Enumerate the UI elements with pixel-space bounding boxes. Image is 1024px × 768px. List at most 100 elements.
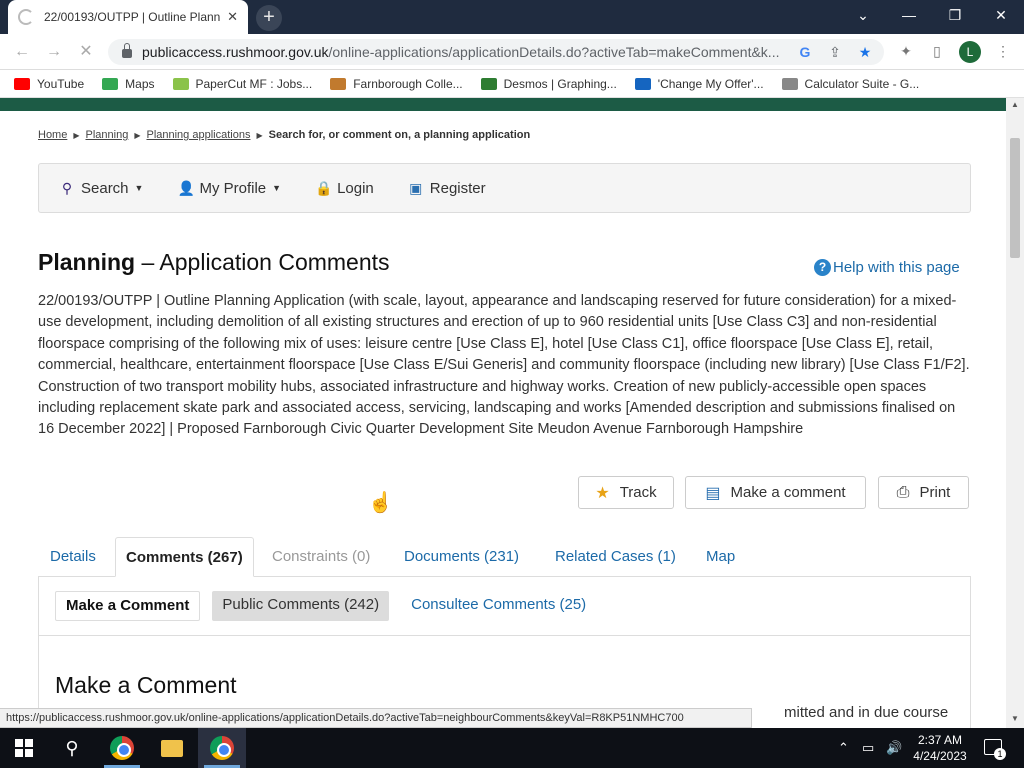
bookmark-label: Desmos | Graphing... — [503, 76, 617, 91]
stop-icon[interactable]: ✕ — [74, 40, 98, 64]
bookmark-favicon-icon — [634, 77, 651, 90]
nav-search-label: Search — [81, 179, 129, 197]
minimize-button[interactable]: — — [886, 0, 932, 30]
nav-search[interactable]: ⚲ Search ▼ — [59, 179, 144, 197]
bookmark-favicon-icon — [330, 77, 347, 90]
subtab-make-comment[interactable]: Make a Comment — [55, 591, 201, 621]
tab-documents[interactable]: Documents (231) — [404, 537, 519, 577]
track-button[interactable]: ★ Track — [578, 476, 674, 509]
scroll-thumb[interactable] — [1010, 138, 1020, 258]
google-lens-icon[interactable]: G — [796, 43, 814, 61]
nav-register-label: Register — [429, 179, 486, 197]
restore-button[interactable]: ❐ — [932, 0, 978, 30]
folder-icon — [161, 739, 183, 757]
caret-down-icon: ▼ — [272, 183, 282, 193]
notification-count: 1 — [994, 748, 1006, 760]
breadcrumb-home[interactable]: Home — [38, 129, 67, 141]
help-link[interactable]: ? Help with this page — [814, 259, 960, 276]
loading-spinner-icon — [18, 9, 34, 25]
print-label: Print — [919, 484, 951, 501]
comment-icon: ▤ — [705, 484, 721, 502]
extensions-icon[interactable]: ✦ — [897, 43, 915, 61]
breadcrumb-planning[interactable]: Planning — [86, 129, 129, 141]
subtab-public-comments[interactable]: Public Comments (242) — [212, 591, 390, 621]
clock-date: 4/24/2023 — [913, 749, 967, 763]
page-scrollbar[interactable]: ▲ ▼ — [1006, 98, 1024, 728]
bookmark-item[interactable]: Maps — [102, 77, 155, 91]
breadcrumb-separator-icon: ▶ — [73, 130, 80, 140]
breadcrumb-separator-icon: ▶ — [256, 130, 263, 140]
register-icon: ▣ — [409, 180, 423, 196]
tab-related-cases[interactable]: Related Cases (1) — [555, 537, 676, 577]
tab-comments[interactable]: Comments (267) — [115, 537, 254, 577]
nav-register[interactable]: ▣ Register — [408, 179, 486, 197]
track-label: Track — [619, 484, 657, 501]
file-explorer-button[interactable] — [148, 728, 196, 768]
clock[interactable]: 2:37 AM 4/24/2023 — [908, 732, 972, 764]
bookmark-label: Calculator Suite - G... — [804, 76, 920, 91]
bookmark-label: Farnborough Colle... — [353, 76, 463, 91]
make-comment-label: Make a comment — [730, 484, 846, 501]
tab-title: 22/00193/OUTPP | Outline Plann — [44, 10, 221, 24]
bookmark-favicon-icon — [781, 77, 798, 90]
bookmark-favicon-icon — [14, 77, 30, 90]
divider — [39, 635, 970, 636]
bookmark-item[interactable]: YouTube — [14, 77, 84, 91]
windows-taskbar: ⚲ ⌃ ▭ 🔊 2:37 AM 4/24/2023 1 — [0, 728, 1024, 768]
tab-close-icon[interactable]: ✕ — [227, 9, 238, 25]
network-icon[interactable]: ▭ — [862, 728, 874, 768]
nav-my-profile[interactable]: 👤 My Profile ▼ — [177, 180, 281, 197]
breadcrumb-planning-applications[interactable]: Planning applications — [146, 129, 250, 141]
nav-login[interactable]: 🔒 Login — [315, 180, 374, 197]
make-a-comment-button[interactable]: ▤ Make a comment — [685, 476, 866, 509]
chrome-profile-taskbar-button[interactable] — [198, 728, 246, 768]
search-taskbar-icon[interactable]: ⚲ — [48, 728, 96, 768]
browser-tab[interactable]: 22/00193/OUTPP | Outline Plann ✕ — [8, 0, 248, 34]
chrome-taskbar-button[interactable] — [98, 728, 146, 768]
site-navbar: ⚲ Search ▼ 👤 My Profile ▼ 🔒 Login ▣ Regi… — [38, 163, 971, 213]
tab-constraints[interactable]: Constraints (0) — [272, 537, 370, 577]
bookmark-item[interactable]: Farnborough Colle... — [330, 76, 463, 91]
breadcrumb-current: Search for, or comment on, a planning ap… — [268, 129, 531, 141]
bookmark-item[interactable]: 'Change My Offer'... — [634, 77, 764, 91]
scroll-up-icon[interactable]: ▲ — [1011, 100, 1019, 109]
page-title: Planning – Application Comments — [38, 249, 390, 275]
browser-toolbar: ← → ✕ publicaccess.rushmoor.gov.uk/onlin… — [0, 34, 1024, 70]
comment-subtabs: Make a Comment Public Comments (242) Con… — [55, 591, 608, 621]
help-label: Help with this page — [833, 259, 960, 276]
print-button[interactable]: ⎙ Print — [878, 476, 969, 509]
bookmarks-bar: YouTube Maps PaperCut MF : Jobs... Farnboro… — [0, 70, 1024, 98]
menu-icon[interactable]: ⋮ — [994, 43, 1012, 61]
forward-icon[interactable]: → — [42, 40, 66, 64]
close-window-button[interactable]: ✕ — [978, 0, 1024, 30]
start-button[interactable] — [0, 728, 48, 768]
bookmark-item[interactable]: PaperCut MF : Jobs... — [172, 76, 313, 91]
share-icon[interactable]: ⇪ — [826, 43, 844, 61]
tab-details[interactable]: Details — [50, 537, 96, 577]
padlock-icon: 🔒 — [315, 180, 333, 196]
subtab-consultee-comments[interactable]: Consultee Comments (25) — [401, 591, 596, 621]
chrome-icon — [210, 736, 234, 760]
application-description: 22/00193/OUTPP | Outline Planning Applic… — [38, 293, 970, 438]
volume-icon[interactable]: 🔊 — [886, 728, 902, 768]
bookmark-item[interactable]: Desmos | Graphing... — [480, 76, 617, 91]
page-content: Home ▶ Planning ▶ Planning applications … — [0, 111, 1006, 728]
show-hidden-icons[interactable]: ⌃ — [838, 728, 849, 768]
bookmark-item[interactable]: Calculator Suite - G... — [781, 76, 920, 91]
windows-logo-icon — [15, 739, 33, 757]
address-bar[interactable]: publicaccess.rushmoor.gov.uk/online-appl… — [108, 39, 884, 65]
make-comment-heading: Make a Comment — [55, 672, 237, 698]
bookmark-star-icon[interactable]: ★ — [856, 43, 874, 61]
tab-search-icon[interactable]: ⌄ — [840, 0, 886, 30]
back-icon[interactable]: ← — [10, 40, 34, 64]
tab-map[interactable]: Map — [706, 537, 735, 577]
profile-avatar[interactable]: L — [959, 41, 981, 63]
sidebar-icon[interactable]: ▯ — [928, 43, 946, 61]
nav-profile-label: My Profile — [199, 179, 267, 197]
status-bar-url: https://publicaccess.rushmoor.gov.uk/onl… — [0, 708, 752, 728]
application-tabs: Details Comments (267) Constraints (0) D… — [38, 537, 971, 577]
bookmark-label: PaperCut MF : Jobs... — [195, 76, 313, 91]
scroll-down-icon[interactable]: ▼ — [1011, 714, 1019, 723]
new-tab-button[interactable]: + — [256, 5, 282, 31]
partial-text: mitted and in due course — [784, 704, 949, 721]
